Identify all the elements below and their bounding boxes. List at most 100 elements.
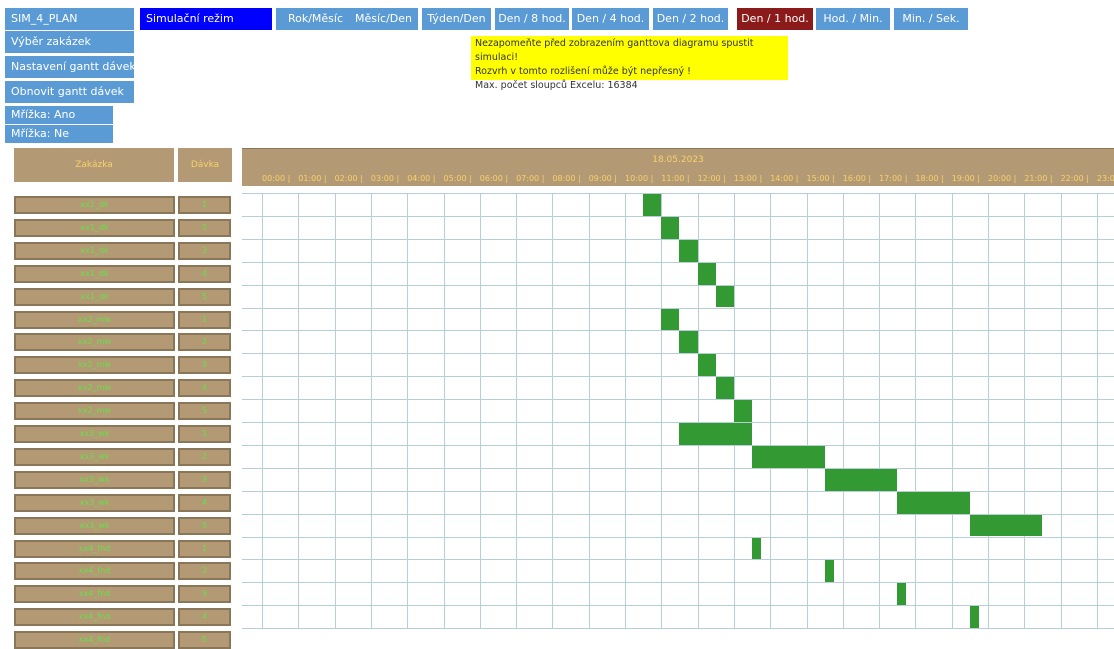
zoom-button-7[interactable]: Den / 1 hod.	[737, 8, 813, 30]
gantt-bar[interactable]	[897, 491, 970, 514]
row-davka-cell[interactable]: 3	[178, 470, 231, 489]
row-zakazka-cell[interactable]: xx1_dk	[14, 264, 175, 283]
row-davka-cell[interactable]: 5	[178, 287, 231, 306]
row-davka-cell[interactable]: 4	[178, 264, 231, 283]
grid-hline	[242, 490, 1114, 492]
row-zakazka-cell[interactable]: xx2_mw	[14, 379, 175, 398]
grid-vline	[988, 193, 989, 629]
row-davka-cell[interactable]: 3	[178, 356, 231, 375]
row-davka-cell[interactable]: 2	[178, 447, 231, 466]
sim-plan-button[interactable]: SIM_4_PLAN	[5, 8, 134, 30]
gantt-bar[interactable]	[824, 468, 898, 491]
grid-hline	[242, 193, 1114, 194]
gantt-bar[interactable]	[752, 537, 762, 560]
row-zakazka-cell[interactable]: xx1_dk	[14, 287, 175, 306]
gantt-bar[interactable]	[661, 308, 680, 331]
gantt-bar[interactable]	[824, 560, 834, 583]
gantt-bar[interactable]	[679, 239, 698, 262]
row-zakazka-cell[interactable]: xx4_fnd	[14, 608, 175, 627]
grid-vline	[334, 193, 336, 629]
davka-header: Dávka	[178, 148, 232, 182]
row-zakazka-cell[interactable]: xx2_mw	[14, 402, 175, 421]
zoom-button-4[interactable]: Den / 8 hod.	[495, 8, 569, 30]
gantt-bar[interactable]	[897, 583, 907, 606]
row-zakazka-cell[interactable]: xx4_fnd	[14, 539, 175, 558]
zoom-button-9[interactable]: Min. / Sek.	[894, 8, 968, 30]
vyber-zakazek-button[interactable]: Výběr zakázek	[5, 31, 134, 53]
gantt-bar[interactable]	[679, 331, 698, 354]
grid-hline	[242, 376, 1114, 378]
row-davka-cell[interactable]: 1	[178, 310, 231, 329]
mrizka-ano-button[interactable]: Mřížka: Ano	[5, 106, 113, 124]
row-zakazka-cell[interactable]: xx2_mw	[14, 333, 175, 352]
row-zakazka-cell[interactable]: xx3_wk	[14, 516, 175, 535]
gantt-bar[interactable]	[715, 377, 734, 400]
grid-vline	[370, 193, 372, 629]
grid-vline	[552, 193, 554, 629]
mrizka-ne-button[interactable]: Mřížka: Ne	[5, 125, 113, 143]
row-davka-cell[interactable]: 1	[178, 539, 231, 558]
row-davka-cell[interactable]: 3	[178, 241, 231, 260]
hour-label: 12:00 |	[697, 174, 726, 183]
row-davka-cell[interactable]: 4	[178, 608, 231, 627]
zoom-button-5[interactable]: Den / 4 hod.	[572, 8, 649, 30]
gantt-bar[interactable]	[969, 514, 1043, 537]
obnovit-gantt-button[interactable]: Obnovit gantt dávek	[5, 81, 134, 103]
zoom-button-2[interactable]: Měsíc/Den	[349, 8, 418, 30]
row-zakazka-cell[interactable]: xx2_mw	[14, 310, 175, 329]
row-davka-cell[interactable]: 2	[178, 218, 231, 237]
zoom-button-6[interactable]: Den / 2 hod.	[653, 8, 728, 30]
row-zakazka-cell[interactable]: xx4_fnd	[14, 585, 175, 604]
row-zakazka-cell[interactable]: xx3_wk	[14, 447, 175, 466]
zoom-button-8[interactable]: Hod. / Min.	[816, 8, 890, 30]
nastaveni-gantt-button[interactable]: Nastavení gantt dávek	[5, 56, 134, 78]
zoom-button-3[interactable]: Týden/Den	[422, 8, 491, 30]
hour-label: 03:00 |	[370, 174, 400, 183]
hour-label: 16:00 |	[842, 174, 872, 183]
grid-hline	[242, 399, 1114, 401]
row-davka-cell[interactable]: 2	[178, 333, 231, 352]
zoom-button-1[interactable]: Rok/Měsíc	[276, 8, 355, 30]
gantt-bar[interactable]	[752, 445, 825, 468]
gantt-bar[interactable]	[661, 216, 680, 239]
simulacni-rezim-button[interactable]: Simulační režim	[140, 8, 272, 30]
row-zakazka-cell[interactable]: xx1_dk	[14, 218, 175, 237]
row-zakazka-cell[interactable]: xx3_wk	[14, 425, 175, 443]
gantt-bar[interactable]	[679, 423, 753, 445]
hour-label: 09:00 |	[588, 174, 617, 183]
row-davka-cell[interactable]: 3	[178, 585, 231, 604]
timeline-date: 18.05.2023	[652, 155, 704, 165]
row-davka-cell[interactable]: 1	[178, 196, 231, 214]
row-davka-cell[interactable]: 1	[178, 425, 231, 443]
row-davka-cell[interactable]: 5	[178, 516, 231, 535]
gantt-bar[interactable]	[697, 262, 716, 285]
row-zakazka-cell[interactable]: xx3_wk	[14, 493, 175, 512]
gantt-bar[interactable]	[969, 606, 979, 629]
gantt-bar[interactable]	[697, 354, 716, 377]
row-zakazka-cell[interactable]: xx1_dk	[14, 241, 175, 260]
row-zakazka-cell[interactable]: xx4_fnd	[14, 631, 175, 649]
hour-label: 08:00 |	[552, 174, 581, 183]
gantt-bar[interactable]	[643, 194, 662, 216]
gantt-bar[interactable]	[715, 285, 734, 308]
row-zakazka-cell[interactable]: xx4_fnd	[14, 562, 175, 581]
gantt-bar[interactable]	[733, 400, 753, 422]
row-davka-cell[interactable]: 4	[178, 493, 231, 512]
row-davka-cell[interactable]: 4	[178, 379, 231, 398]
hour-label: 17:00 |	[879, 174, 908, 183]
row-zakazka-cell[interactable]: xx1_dk	[14, 196, 175, 214]
grid-vline	[479, 193, 481, 629]
row-davka-cell[interactable]: 2	[178, 562, 231, 581]
row-davka-cell[interactable]: 5	[178, 402, 231, 421]
grid-vline	[443, 193, 445, 629]
hour-labels: 00:00 | 01:00 | 02:00 | 03:00 | 04:00 | 05:00…	[242, 172, 1114, 186]
gantt-grid[interactable]	[242, 193, 1114, 629]
hour-label: 02:00 |	[334, 174, 363, 183]
grid-hline	[242, 605, 1114, 607]
row-davka-cell[interactable]: 5	[178, 631, 231, 649]
hour-label: 01:00 |	[298, 174, 327, 183]
row-zakazka-cell[interactable]: xx3_wk	[14, 470, 175, 489]
row-zakazka-cell[interactable]: xx2_mw	[14, 356, 175, 375]
grid-vline	[407, 193, 409, 629]
zakazka-header-label: Zakázka	[75, 160, 113, 170]
